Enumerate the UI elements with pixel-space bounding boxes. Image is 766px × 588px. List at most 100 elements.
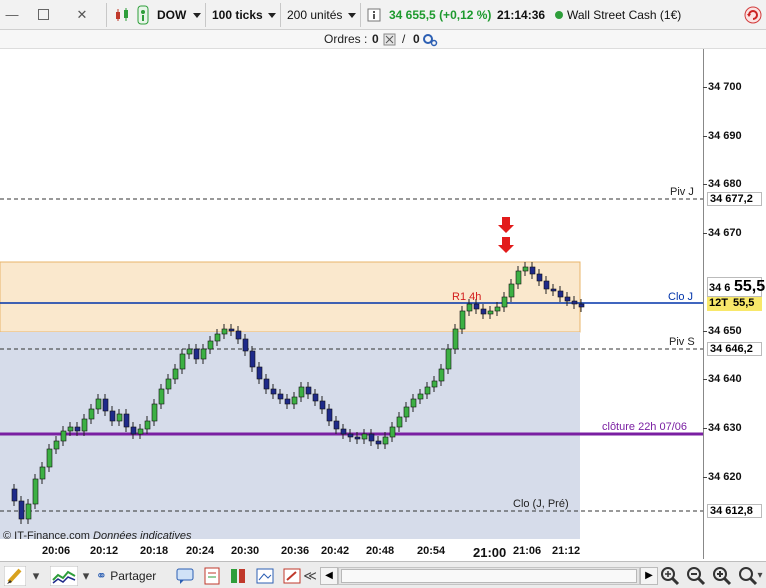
candle (270, 388, 277, 395)
price-tick-label: 34 670 (708, 227, 742, 240)
chevron-down-icon[interactable]: ▾ (80, 566, 92, 586)
image-export-icon[interactable] (256, 567, 274, 585)
time-tick-label: 21:06 (513, 545, 542, 557)
piv-s-value-box: 34 646,2 (707, 342, 762, 356)
candle (515, 270, 522, 285)
share-label: Partager (110, 569, 157, 583)
minimize-window-icon[interactable]: — (4, 7, 20, 23)
time-tick-label: 20:18 (140, 545, 169, 557)
candle (193, 348, 200, 360)
candle (242, 338, 249, 352)
candle (60, 430, 67, 442)
share-icon: ⚭ (96, 568, 107, 583)
candle (557, 290, 564, 298)
bottom-toolbar: ▾ ▾ ⚭ Partager ≪ ◀ ▶ ▾ (0, 561, 766, 588)
candle (578, 303, 585, 308)
candle (235, 330, 242, 340)
chevron-down-icon[interactable]: ▾ (30, 566, 42, 586)
share-button[interactable]: ⚭ Partager (96, 566, 156, 586)
candle (340, 428, 347, 435)
time-scrollbar-thumb[interactable] (341, 569, 637, 583)
orders-book-icon[interactable] (229, 567, 247, 585)
status-dot-icon (555, 11, 563, 19)
chat-icon[interactable] (176, 567, 194, 585)
price-tick-label: 34 650 (708, 324, 742, 337)
candle (81, 418, 88, 432)
indicator-chart-icon[interactable] (50, 566, 78, 586)
chevron-down-icon[interactable]: ▾ (754, 566, 766, 586)
candle (403, 406, 410, 418)
units-selector[interactable]: 200 unités (285, 5, 360, 25)
clock-time: 21:14:36 (497, 8, 546, 22)
candle (487, 310, 494, 315)
price-tick-mark (703, 427, 707, 429)
zoom-in-icon[interactable] (712, 566, 732, 586)
time-tick-label: 20:30 (231, 545, 260, 557)
price-tick-label: 34 690 (708, 129, 742, 142)
candle (368, 433, 375, 442)
scroll-right-button[interactable]: ▶ (640, 567, 658, 585)
candle (130, 426, 137, 435)
symbol-selector[interactable]: DOW (155, 5, 205, 25)
candle (88, 408, 95, 420)
candle (438, 368, 445, 382)
units-value: 200 unités (287, 8, 343, 22)
candle (501, 296, 508, 308)
close-window-icon[interactable]: ✕ (74, 7, 90, 23)
candle (543, 280, 550, 290)
price-tick-mark (703, 87, 707, 88)
price-chart[interactable]: R1 4h Piv J Clo J Piv S clôture 22h 07/0… (0, 49, 703, 559)
scroll-left-button[interactable]: ◀ (320, 567, 338, 585)
clo-pre-label: Clo (J, Pré) (513, 498, 569, 510)
current-price-big: 55,5 (734, 278, 766, 295)
time-scrollbar-track[interactable] (338, 567, 640, 585)
candle (186, 348, 193, 355)
candle (200, 348, 207, 360)
candle (305, 386, 312, 395)
order-ticket-icon[interactable] (203, 567, 221, 585)
refresh-icon[interactable] (743, 5, 763, 25)
info-icon[interactable] (367, 8, 381, 22)
pencil-draw-icon[interactable] (4, 566, 26, 586)
tick-mode-selector[interactable]: 100 ticks (210, 5, 280, 25)
price-tick-label: 34 680 (708, 178, 742, 191)
candle (109, 410, 116, 422)
zoom-out-icon[interactable] (686, 566, 706, 586)
price-tick-label: 34 630 (708, 421, 742, 434)
link-chain-icon[interactable] (136, 5, 150, 25)
time-tick-label: 20:24 (186, 545, 215, 557)
maximize-window-icon[interactable] (38, 9, 49, 20)
candle (529, 266, 536, 275)
time-tick-label: 20:42 (321, 545, 350, 557)
candle (46, 448, 53, 468)
sell-orders-count: 0 (413, 32, 420, 46)
cancel-orders-icon[interactable] (383, 33, 396, 46)
r1-zone (0, 262, 580, 332)
candle (291, 396, 298, 405)
candlestick-chart-icon[interactable] (114, 7, 132, 23)
order-settings-gear-icon[interactable] (422, 32, 438, 47)
candle (25, 503, 32, 520)
down-arrow-icon (498, 237, 514, 253)
candle (228, 328, 235, 332)
candle (396, 416, 403, 428)
scroll-left-fast-icon[interactable]: ≪ (302, 566, 318, 586)
candle (151, 403, 158, 422)
price-tick-mark (703, 330, 707, 332)
time-tick-label: 20:54 (417, 545, 446, 557)
current-price-badge: 55,5 (731, 297, 762, 311)
candle (214, 333, 221, 342)
candle (347, 433, 354, 438)
price-tick-mark (703, 184, 707, 186)
zoom-fit-icon[interactable] (660, 566, 680, 586)
orders-separator: / (402, 32, 406, 46)
candle (536, 273, 543, 282)
candle (431, 380, 438, 388)
candle (32, 478, 39, 505)
orders-label: Ordres : (324, 32, 368, 46)
candle (144, 420, 151, 430)
price-change: (+0,12 %) (439, 8, 492, 22)
alert-settings-icon[interactable] (283, 567, 301, 585)
chart-area[interactable]: R1 4h Piv J Clo J Piv S clôture 22h 07/0… (0, 49, 766, 560)
candle (445, 348, 452, 370)
